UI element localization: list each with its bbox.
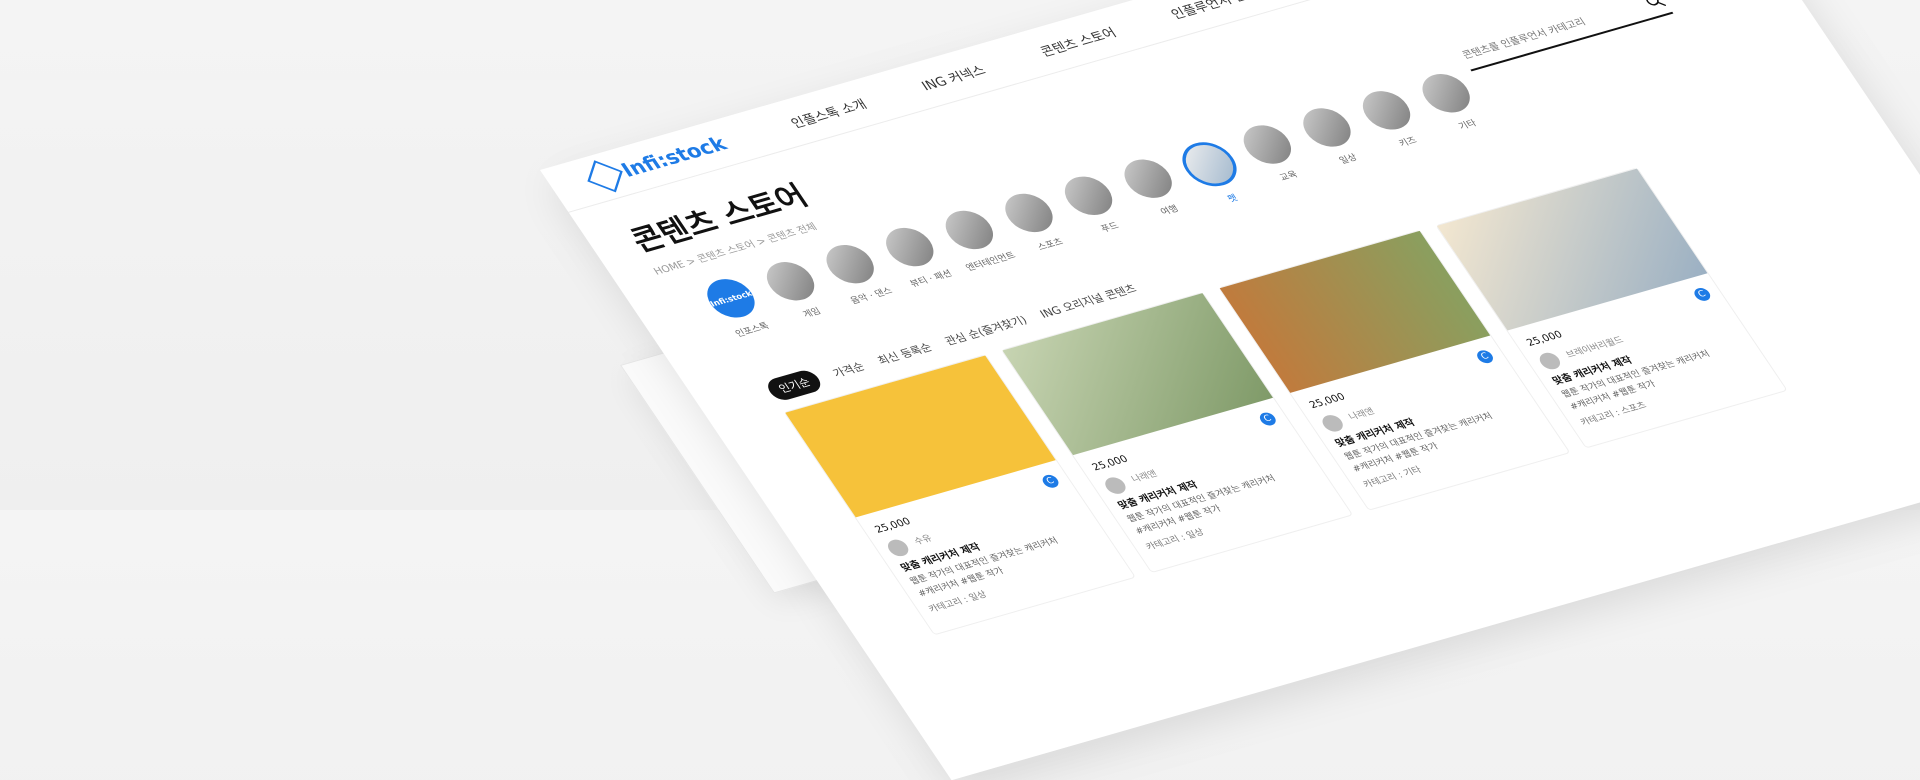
nav-item-store[interactable]: 콘텐츠 스토어: [1035, 22, 1120, 60]
product-price: 25,000: [873, 516, 914, 536]
category-circle: [1294, 103, 1360, 152]
coin-icon: C: [1474, 348, 1496, 365]
product-price: 25,000: [1307, 391, 1348, 412]
nav-item-influencer[interactable]: 인플루언서 참여: [1166, 0, 1261, 22]
category-circle: [1234, 120, 1300, 169]
logo-text: Infi:stock: [616, 131, 732, 182]
category-item-game[interactable]: 게임: [758, 257, 839, 329]
author-name: 나래앤: [1347, 407, 1377, 423]
category-label: 기타: [1456, 118, 1479, 133]
category-item-kids[interactable]: 키즈: [1354, 86, 1435, 158]
category-label: 펫: [1226, 193, 1240, 205]
category-circle: [1413, 69, 1479, 118]
category-label: 교육: [1278, 170, 1300, 184]
category-label: 뷰티 · 패션: [908, 269, 955, 290]
nav-item-connect[interactable]: ING 커넥스: [916, 60, 989, 94]
category-item-daily[interactable]: 일상: [1294, 103, 1375, 175]
category-item-education[interactable]: 교육: [1234, 120, 1316, 192]
category-circle: [817, 240, 883, 289]
category-label: 키즈: [1397, 135, 1420, 150]
category-item-entertainment[interactable]: 엔터테인먼트: [936, 205, 1018, 278]
coin-icon: C: [1691, 286, 1714, 303]
category-circle: Infi:stock: [698, 274, 764, 323]
category-label: 엔터테인먼트: [964, 251, 1018, 274]
category-label: 음악 · 댄스: [848, 286, 895, 307]
category-circle: [1354, 86, 1420, 135]
cube-logo-icon: [587, 160, 623, 193]
category-item-music-dance[interactable]: 음악 · 댄스: [817, 240, 899, 312]
category-circle: [877, 222, 943, 272]
category-circle: [1115, 154, 1181, 203]
category-item-etc[interactable]: 기타: [1413, 69, 1495, 141]
category-label: 스포츠: [1035, 237, 1066, 253]
product-price: 25,000: [1524, 329, 1566, 349]
category-circle: [758, 257, 824, 306]
avatar: [884, 537, 913, 559]
brand-logo[interactable]: Infi:stock: [585, 131, 732, 193]
category-item-food[interactable]: 푸드: [1056, 171, 1137, 244]
author-name: 나래앤: [1129, 469, 1160, 485]
sort-favorite-button[interactable]: 관심 순(즐겨찾기): [941, 312, 1030, 349]
store-page-mockup: Infi:stock 인플스톡 소개 ING 커넥스 콘텐츠 스토어 인플루언서…: [540, 0, 1920, 780]
sort-popular-button[interactable]: 인기순: [763, 367, 826, 403]
product-price: 25,000: [1090, 454, 1131, 474]
category-label: 여행: [1158, 204, 1181, 218]
author-name: 수유: [912, 533, 935, 548]
category-label: 일상: [1337, 153, 1360, 167]
category-label: 푸드: [1099, 221, 1122, 235]
avatar: [1318, 413, 1347, 434]
category-circle-selected: [1172, 136, 1247, 192]
category-item-infostock[interactable]: Infi:stock 인포스톡: [698, 274, 779, 346]
nav-item-about[interactable]: 인플스톡 소개: [786, 94, 870, 131]
category-circle: [936, 205, 1002, 255]
category-label: 게임: [801, 306, 824, 321]
category-item-pet[interactable]: 펫: [1172, 136, 1256, 210]
category-item-beauty-fashion[interactable]: 뷰티 · 패션: [877, 222, 958, 295]
category-circle: [996, 188, 1062, 237]
avatar: [1101, 475, 1130, 496]
coin-icon: C: [1256, 411, 1279, 428]
coin-icon: C: [1039, 473, 1062, 490]
avatar: [1535, 350, 1564, 372]
category-circle: [1056, 171, 1122, 220]
category-label: 인포스톡: [733, 321, 772, 340]
search-icon[interactable]: [1641, 0, 1669, 12]
sort-price-button[interactable]: 가격순: [829, 359, 868, 381]
sort-latest-button[interactable]: 최신 등록순: [874, 339, 935, 368]
